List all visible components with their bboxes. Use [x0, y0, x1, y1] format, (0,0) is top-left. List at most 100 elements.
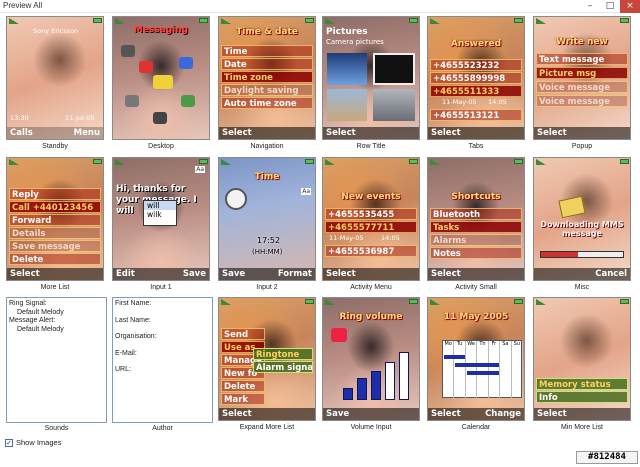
battery-icon	[620, 18, 629, 23]
thumbnail-image[interactable]	[327, 53, 367, 85]
thumbnail-image[interactable]	[327, 89, 367, 121]
watermark: #812484	[576, 451, 638, 464]
suggestion-item[interactable]: wilk	[144, 210, 176, 219]
menu-item[interactable]: Delete	[221, 380, 265, 392]
show-images-label[interactable]: Show Images	[16, 438, 61, 447]
softkey-left[interactable]: Select	[222, 409, 252, 419]
signal-icon	[536, 18, 546, 24]
menu-item[interactable]: Time	[221, 45, 313, 57]
menu-item[interactable]: Voice message	[536, 95, 628, 107]
softkey-right[interactable]: Menu	[74, 128, 100, 138]
caption-desktop: Desktop	[148, 143, 174, 150]
screen-header: New events	[341, 192, 401, 202]
menu-item[interactable]: Info	[536, 391, 628, 403]
softkey-left[interactable]: Select	[537, 128, 567, 138]
menu-item[interactable]: Text message	[536, 53, 628, 65]
list-item[interactable]: +46555899998	[430, 72, 522, 84]
menu-item[interactable]: Call +440123456	[9, 201, 101, 213]
list-item[interactable]: Bluetooth	[430, 208, 522, 220]
list-item[interactable]: +4655511333	[430, 85, 522, 97]
softkey-right[interactable]: Change	[485, 409, 521, 419]
menu-item[interactable]: Forward	[9, 214, 101, 226]
phone-icon	[153, 112, 167, 124]
caption-activity-small: Activity Small	[455, 284, 497, 291]
softkey-right[interactable]: Save	[183, 269, 206, 279]
list-item[interactable]: Tasks	[430, 221, 522, 233]
softkey-left[interactable]: Select	[326, 269, 356, 279]
menu-item[interactable]: Picture msg	[536, 67, 628, 79]
phone-screen: Time & date Time Date Time zone Daylight…	[218, 16, 316, 140]
menu-item[interactable]: Save message	[9, 240, 101, 252]
phone-screen: Send Use as Manage New fo Delete Mark Ri…	[218, 297, 316, 421]
calendar-event[interactable]	[455, 363, 500, 367]
maximize-button[interactable]: □	[600, 0, 620, 13]
phone-screen: Pictures Camera pictures Select	[322, 16, 420, 140]
softkey-left[interactable]: Calls	[10, 128, 33, 138]
caption-navigation: Navigation	[250, 143, 284, 150]
submenu-item[interactable]: Alarm signal	[253, 361, 313, 373]
event-date: 11-May-05	[329, 234, 364, 242]
softkey-left[interactable]: Edit	[116, 269, 135, 279]
close-button[interactable]: ×	[620, 0, 640, 13]
minimize-button[interactable]: –	[580, 0, 600, 13]
volume-level[interactable]	[343, 352, 413, 400]
list-item[interactable]: +4655536987	[325, 245, 417, 257]
thumbnail-image[interactable]	[373, 89, 415, 121]
volume-bar	[385, 362, 395, 400]
battery-icon	[409, 18, 418, 23]
caption-tabs: Tabs	[468, 143, 484, 150]
menu-item[interactable]: Details	[9, 227, 101, 239]
screen-header: Ring volume	[339, 312, 403, 322]
menu-item[interactable]: Send	[221, 328, 265, 340]
softkey-right[interactable]: Cancel	[595, 269, 627, 279]
menu-item[interactable]: Daylight saving	[221, 84, 313, 96]
caption-sounds: Sounds	[44, 425, 69, 432]
list-item[interactable]: +4655523232	[430, 59, 522, 71]
softkey-left[interactable]: Select	[10, 269, 40, 279]
caption-row-title: Row Title	[356, 143, 386, 150]
ring-signal-value: Default Melody	[17, 308, 64, 316]
submenu-item[interactable]: Ringtone	[253, 348, 313, 360]
signal-icon	[536, 299, 546, 305]
softkey-left[interactable]: Select	[431, 128, 461, 138]
softkey-left[interactable]: Select	[431, 409, 461, 419]
battery-icon	[199, 18, 208, 23]
clock-time: 13:30	[10, 114, 29, 122]
signal-icon	[430, 18, 440, 24]
input-mode-badge: Aa	[301, 188, 311, 195]
list-item[interactable]: +4655577711	[325, 221, 417, 233]
menu-item[interactable]: Memory status	[536, 378, 628, 390]
word-suggestion-popup[interactable]: will wilk	[143, 200, 177, 226]
softkey-left[interactable]: Save	[326, 409, 349, 419]
calendar-event[interactable]	[466, 371, 500, 375]
menu-item[interactable]: Auto time zone	[221, 97, 313, 109]
time-value[interactable]: 17:52	[257, 236, 280, 245]
list-item[interactable]: Notes	[430, 247, 522, 259]
thumbnail-image-selected[interactable]	[373, 53, 415, 85]
suggestion-item[interactable]: will	[144, 201, 176, 210]
battery-icon	[620, 159, 629, 164]
list-item[interactable]: +4655513121	[430, 109, 522, 121]
softkey-left[interactable]: Select	[431, 269, 461, 279]
menu-item[interactable]: Mark	[221, 393, 265, 405]
list-item[interactable]: +4655535455	[325, 208, 417, 220]
menu-item[interactable]: Voice message	[536, 81, 628, 93]
softkey-left[interactable]: Select	[537, 409, 567, 419]
menu-item[interactable]: Date	[221, 58, 313, 70]
menu-item[interactable]: Reply	[9, 188, 101, 200]
week-calendar-grid[interactable]: Mo Tu We Th Fr Sa Su	[442, 340, 523, 399]
status-message: Downloading MMS message	[540, 220, 624, 238]
list-item[interactable]: Alarms	[430, 234, 522, 246]
show-images-checkbox[interactable]: ✓	[5, 439, 13, 447]
caption-input-2: Input 2	[256, 284, 278, 291]
menu-item[interactable]: Time zone	[221, 71, 313, 83]
softkey-right[interactable]: Format	[278, 269, 312, 279]
call-date: 11-May-05	[442, 98, 477, 106]
speaker-icon	[331, 328, 347, 342]
softkey-left[interactable]: Save	[222, 269, 245, 279]
softkey-left[interactable]: Select	[326, 128, 356, 138]
softkey-left[interactable]: Select	[222, 128, 252, 138]
calendar-day-header: We	[466, 341, 478, 399]
menu-item[interactable]: Delete	[9, 253, 101, 265]
calendar-event[interactable]	[444, 355, 465, 359]
